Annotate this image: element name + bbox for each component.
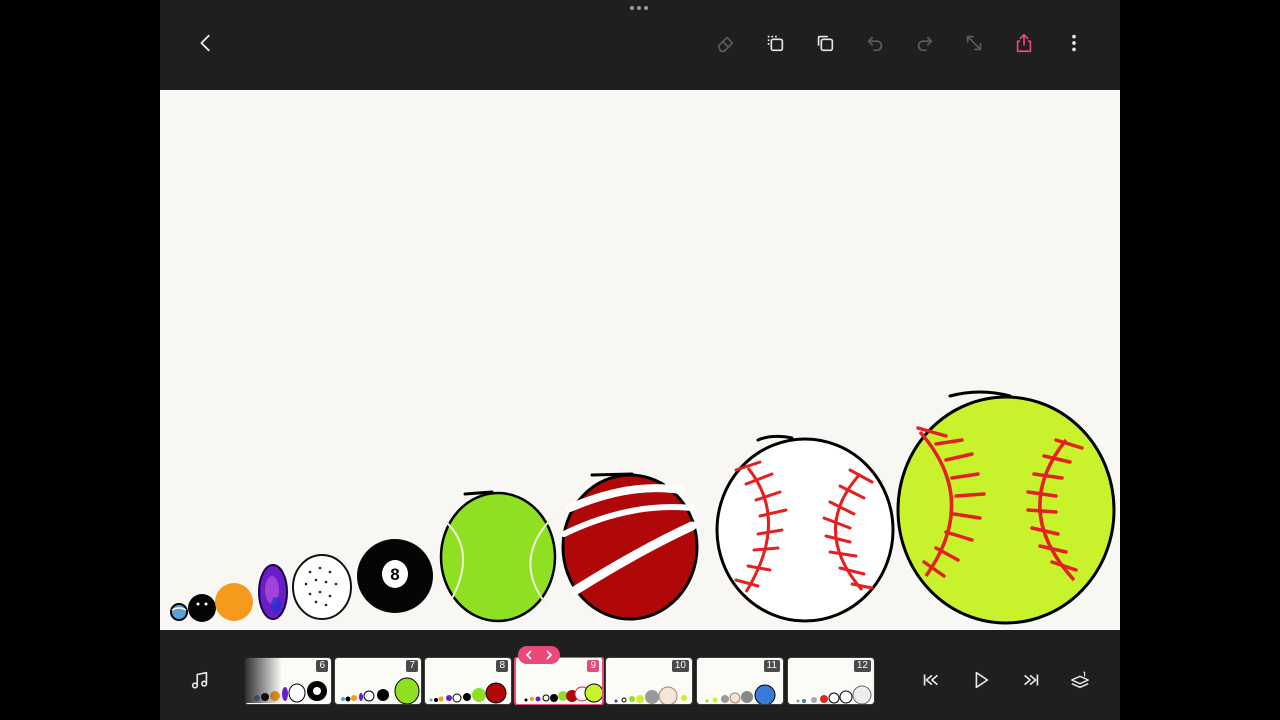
undo-icon	[867, 36, 883, 52]
play-icon	[975, 671, 989, 689]
tennis-ball	[439, 490, 557, 623]
eraser-button[interactable]	[711, 28, 741, 58]
music-icon	[191, 671, 208, 689]
frame-number: 10	[671, 660, 689, 672]
frame-thumbnail[interactable]: 12	[787, 657, 875, 705]
back-button[interactable]	[191, 28, 221, 58]
frame-number: 8	[496, 660, 508, 672]
drawing-canvas[interactable]: 8	[160, 90, 1120, 630]
skip-to-start-button[interactable]	[916, 665, 946, 695]
frame-number: 9	[587, 660, 599, 672]
chevron-right-icon	[546, 650, 553, 660]
top-toolbar	[160, 0, 1120, 90]
duplicate-button[interactable]	[810, 28, 840, 58]
duplicate-icon	[817, 35, 834, 52]
small-blue-ball	[170, 603, 188, 621]
undo-button[interactable]	[860, 28, 890, 58]
window-grabber[interactable]	[630, 6, 648, 10]
more-button[interactable]	[1059, 28, 1089, 58]
timeline-fade-right	[872, 657, 902, 703]
back-chevron-icon	[200, 34, 210, 52]
resize-icon	[966, 35, 982, 51]
frame-thumbnail[interactable]: 9	[514, 657, 604, 705]
more-icon	[1072, 34, 1076, 52]
golf-ball	[292, 554, 352, 620]
frame-thumbnail[interactable]: 7	[334, 657, 422, 705]
frame-timeline[interactable]: 6 7 8 9 10 11 12	[242, 657, 900, 705]
canvas-drawing: 8	[170, 390, 1116, 625]
onion-skin-icon	[1071, 671, 1089, 689]
skip-to-end-icon	[1024, 674, 1039, 686]
copy-frame-button[interactable]	[760, 28, 790, 58]
softball	[896, 390, 1116, 625]
skip-to-start-icon	[923, 674, 938, 686]
app-window: 8 6 7 8 9 10 11 12	[160, 0, 1120, 720]
eight-ball-number: 8	[390, 565, 399, 584]
skip-to-end-button[interactable]	[1016, 665, 1046, 695]
onion-skin-button[interactable]	[1065, 665, 1095, 695]
frame-thumbnail[interactable]: 10	[605, 657, 693, 705]
orange-ball	[215, 583, 253, 621]
frame-nav-pill[interactable]	[518, 646, 560, 664]
resize-button[interactable]	[959, 28, 989, 58]
audio-button[interactable]	[185, 665, 215, 695]
baseball	[715, 434, 895, 623]
frame-number: 12	[853, 660, 871, 672]
eraser-icon	[717, 36, 734, 53]
frame-thumbnail[interactable]: 11	[696, 657, 784, 705]
eight-ball: 8	[357, 539, 433, 613]
frame-number: 11	[763, 660, 780, 672]
black-ball	[188, 594, 216, 622]
frame-thumbnail[interactable]: 8	[424, 657, 512, 705]
redo-icon	[917, 36, 933, 52]
purple-ball	[258, 564, 288, 620]
timeline-fade-left	[242, 657, 282, 703]
frame-number: 6	[316, 660, 328, 672]
play-button[interactable]	[966, 665, 996, 695]
redo-button[interactable]	[910, 28, 940, 58]
frame-number: 7	[406, 660, 418, 672]
cricket-ball	[561, 472, 699, 621]
share-icon	[1016, 33, 1032, 53]
chevron-left-icon	[525, 650, 532, 660]
share-button[interactable]	[1009, 28, 1039, 58]
copy-frame-icon	[767, 35, 784, 52]
